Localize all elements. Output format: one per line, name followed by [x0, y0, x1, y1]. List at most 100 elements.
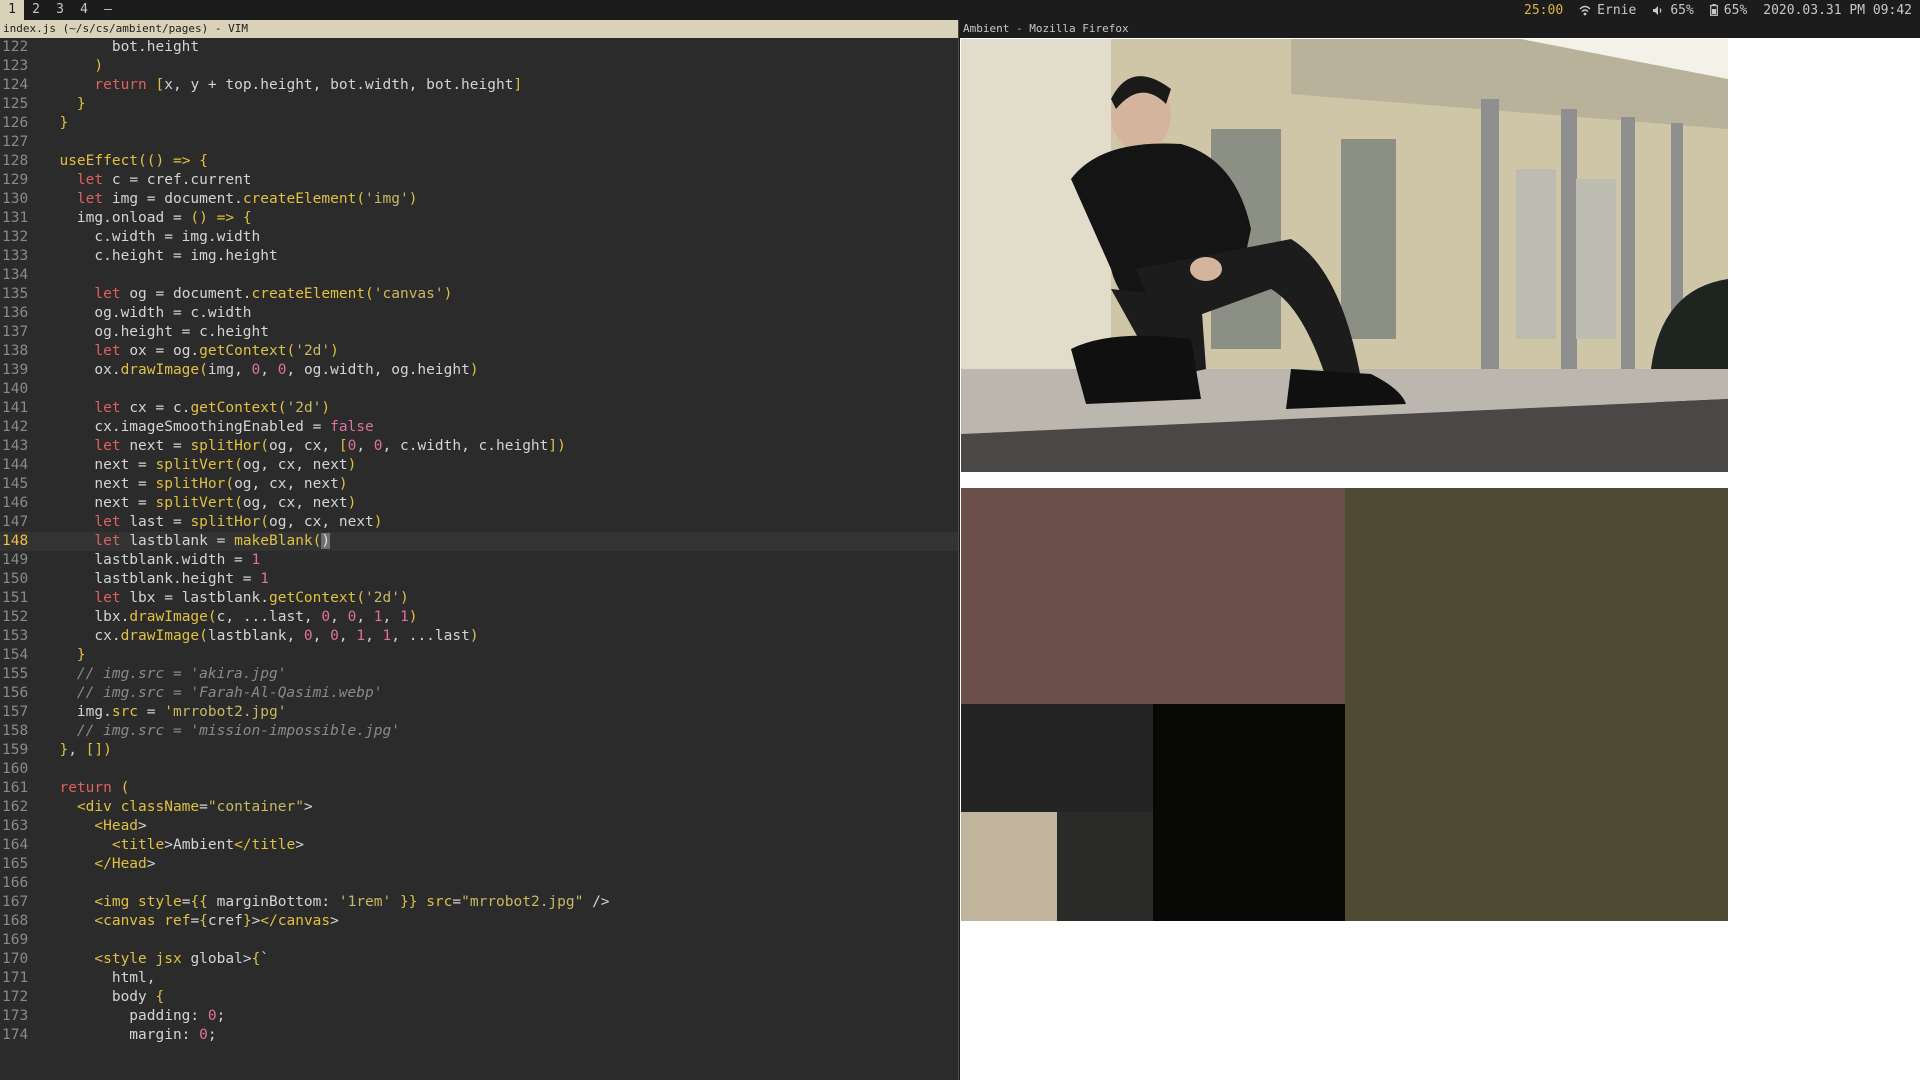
code-line[interactable]: 142 cx.imageSmoothingEnabled = false [0, 418, 958, 437]
code-line[interactable]: 173 padding: 0; [0, 1007, 958, 1026]
line-text[interactable]: let last = splitHor(og, cx, next) [42, 513, 382, 532]
code-line[interactable]: 155 // img.src = 'akira.jpg' [0, 665, 958, 684]
workspace-1[interactable]: 1 [0, 0, 24, 20]
line-text[interactable]: // img.src = 'akira.jpg' [42, 665, 287, 684]
line-text[interactable]: margin: 0; [42, 1026, 216, 1045]
line-text[interactable]: <canvas ref={cref}></canvas> [42, 912, 338, 931]
line-text[interactable]: next = splitHor(og, cx, next) [42, 475, 347, 494]
code-line[interactable]: 136 og.width = c.width [0, 304, 958, 323]
line-text[interactable]: img.src = 'mrrobot2.jpg' [42, 703, 287, 722]
code-line[interactable]: 148 let lastblank = makeBlank() [0, 532, 958, 551]
code-line[interactable]: 130 let img = document.createElement('im… [0, 190, 958, 209]
line-text[interactable]: } [42, 114, 68, 133]
line-text[interactable]: cx.imageSmoothingEnabled = false [42, 418, 373, 437]
workspace-3[interactable]: 3 [48, 0, 72, 20]
code-line[interactable]: 138 let ox = og.getContext('2d') [0, 342, 958, 361]
code-line[interactable]: 129 let c = cref.current [0, 171, 958, 190]
code-line[interactable]: 165 </Head> [0, 855, 958, 874]
code-line[interactable]: 123 ) [0, 57, 958, 76]
code-line[interactable]: 166 [0, 874, 958, 893]
line-text[interactable]: let img = document.createElement('img') [42, 190, 418, 209]
line-text[interactable]: <img style={{ marginBottom: '1rem' }} sr… [42, 893, 609, 912]
code-line[interactable]: 158 // img.src = 'mission-impossible.jpg… [0, 722, 958, 741]
code-line[interactable]: 134 [0, 266, 958, 285]
code-line[interactable]: 153 cx.drawImage(lastblank, 0, 0, 1, 1, … [0, 627, 958, 646]
code-line[interactable]: 128 useEffect(() => { [0, 152, 958, 171]
line-text[interactable]: let og = document.createElement('canvas'… [42, 285, 452, 304]
line-text[interactable]: let c = cref.current [42, 171, 252, 190]
code-line[interactable]: 161 return ( [0, 779, 958, 798]
code-line[interactable]: 143 let next = splitHor(og, cx, [0, 0, c… [0, 437, 958, 456]
firefox-window[interactable]: Ambient - Mozilla Firefox [960, 20, 1920, 1080]
vim-window[interactable]: index.js (~/s/cs/ambient/pages) - VIM 12… [0, 20, 959, 1080]
line-text[interactable]: <title>Ambient</title> [42, 836, 304, 855]
code-line[interactable]: 171 html, [0, 969, 958, 988]
code-line[interactable]: 133 c.height = img.height [0, 247, 958, 266]
code-line[interactable]: 132 c.width = img.width [0, 228, 958, 247]
line-text[interactable]: og.height = c.height [42, 323, 269, 342]
code-line[interactable]: 168 <canvas ref={cref}></canvas> [0, 912, 958, 931]
line-text[interactable]: </Head> [42, 855, 155, 874]
code-line[interactable]: 154 } [0, 646, 958, 665]
line-text[interactable]: return ( [42, 779, 129, 798]
line-text[interactable]: useEffect(() => { [42, 152, 207, 171]
code-line[interactable]: 157 img.src = 'mrrobot2.jpg' [0, 703, 958, 722]
line-text[interactable]: let next = splitHor(og, cx, [0, 0, c.wid… [42, 437, 565, 456]
code-line[interactable]: 135 let og = document.createElement('can… [0, 285, 958, 304]
line-text[interactable]: cx.drawImage(lastblank, 0, 0, 1, 1, ...l… [42, 627, 478, 646]
code-line[interactable]: 125 } [0, 95, 958, 114]
line-text[interactable]: c.height = img.height [42, 247, 277, 266]
line-text[interactable]: // img.src = 'Farah-Al-Qasimi.webp' [42, 684, 383, 703]
code-line[interactable]: 127 [0, 133, 958, 152]
line-text[interactable]: let lbx = lastblank.getContext('2d') [42, 589, 408, 608]
code-line[interactable]: 131 img.onload = () => { [0, 209, 958, 228]
line-text[interactable]: let ox = og.getContext('2d') [42, 342, 338, 361]
code-line[interactable]: 151 let lbx = lastblank.getContext('2d') [0, 589, 958, 608]
line-text[interactable]: <Head> [42, 817, 146, 836]
line-text[interactable]: let cx = c.getContext('2d') [42, 399, 330, 418]
line-text[interactable]: lastblank.height = 1 [42, 570, 269, 589]
workspace-4[interactable]: 4 [72, 0, 96, 20]
code-line[interactable]: 172 body { [0, 988, 958, 1007]
code-line[interactable]: 170 <style jsx global>{` [0, 950, 958, 969]
code-line[interactable]: 145 next = splitHor(og, cx, next) [0, 475, 958, 494]
code-line[interactable]: 150 lastblank.height = 1 [0, 570, 958, 589]
line-text[interactable]: padding: 0; [42, 1007, 225, 1026]
line-text[interactable]: og.width = c.width [42, 304, 251, 323]
line-text[interactable]: ox.drawImage(img, 0, 0, og.width, og.hei… [42, 361, 478, 380]
line-text[interactable]: lbx.drawImage(c, ...last, 0, 0, 1, 1) [42, 608, 417, 627]
line-text[interactable]: c.width = img.width [42, 228, 260, 247]
line-text[interactable]: next = splitVert(og, cx, next) [42, 456, 356, 475]
line-text[interactable]: // img.src = 'mission-impossible.jpg' [42, 722, 400, 741]
code-line[interactable]: 140 [0, 380, 958, 399]
line-text[interactable]: next = splitVert(og, cx, next) [42, 494, 356, 513]
code-line[interactable]: 144 next = splitVert(og, cx, next) [0, 456, 958, 475]
code-line[interactable]: 167 <img style={{ marginBottom: '1rem' }… [0, 893, 958, 912]
code-line[interactable]: 122 bot.height [0, 38, 958, 57]
code-line[interactable]: 139 ox.drawImage(img, 0, 0, og.width, og… [0, 361, 958, 380]
code-line[interactable]: 156 // img.src = 'Farah-Al-Qasimi.webp' [0, 684, 958, 703]
line-text[interactable]: }, []) [42, 741, 111, 760]
code-line[interactable]: 160 [0, 760, 958, 779]
workspace-2[interactable]: 2 [24, 0, 48, 20]
line-text[interactable]: <style jsx global>{` [42, 950, 269, 969]
line-text[interactable]: } [42, 646, 86, 665]
line-text[interactable]: lastblank.width = 1 [42, 551, 260, 570]
line-text[interactable]: img.onload = () => { [42, 209, 252, 228]
code-line[interactable]: 149 lastblank.width = 1 [0, 551, 958, 570]
code-line[interactable]: 126 } [0, 114, 958, 133]
code-line[interactable]: 141 let cx = c.getContext('2d') [0, 399, 958, 418]
line-text[interactable]: body { [42, 988, 164, 1007]
line-text[interactable]: ) [42, 57, 103, 76]
code-line[interactable]: 162 <div className="container"> [0, 798, 958, 817]
code-line[interactable]: 147 let last = splitHor(og, cx, next) [0, 513, 958, 532]
line-text[interactable]: } [42, 95, 86, 114]
code-line[interactable]: 146 next = splitVert(og, cx, next) [0, 494, 958, 513]
code-line[interactable]: 164 <title>Ambient</title> [0, 836, 958, 855]
line-text[interactable]: bot.height [42, 38, 199, 57]
code-line[interactable]: 174 margin: 0; [0, 1026, 958, 1045]
code-line[interactable]: 137 og.height = c.height [0, 323, 958, 342]
code-line[interactable]: 124 return [x, y + top.height, bot.width… [0, 76, 958, 95]
code-line[interactable]: 163 <Head> [0, 817, 958, 836]
code-line[interactable]: 159 }, []) [0, 741, 958, 760]
